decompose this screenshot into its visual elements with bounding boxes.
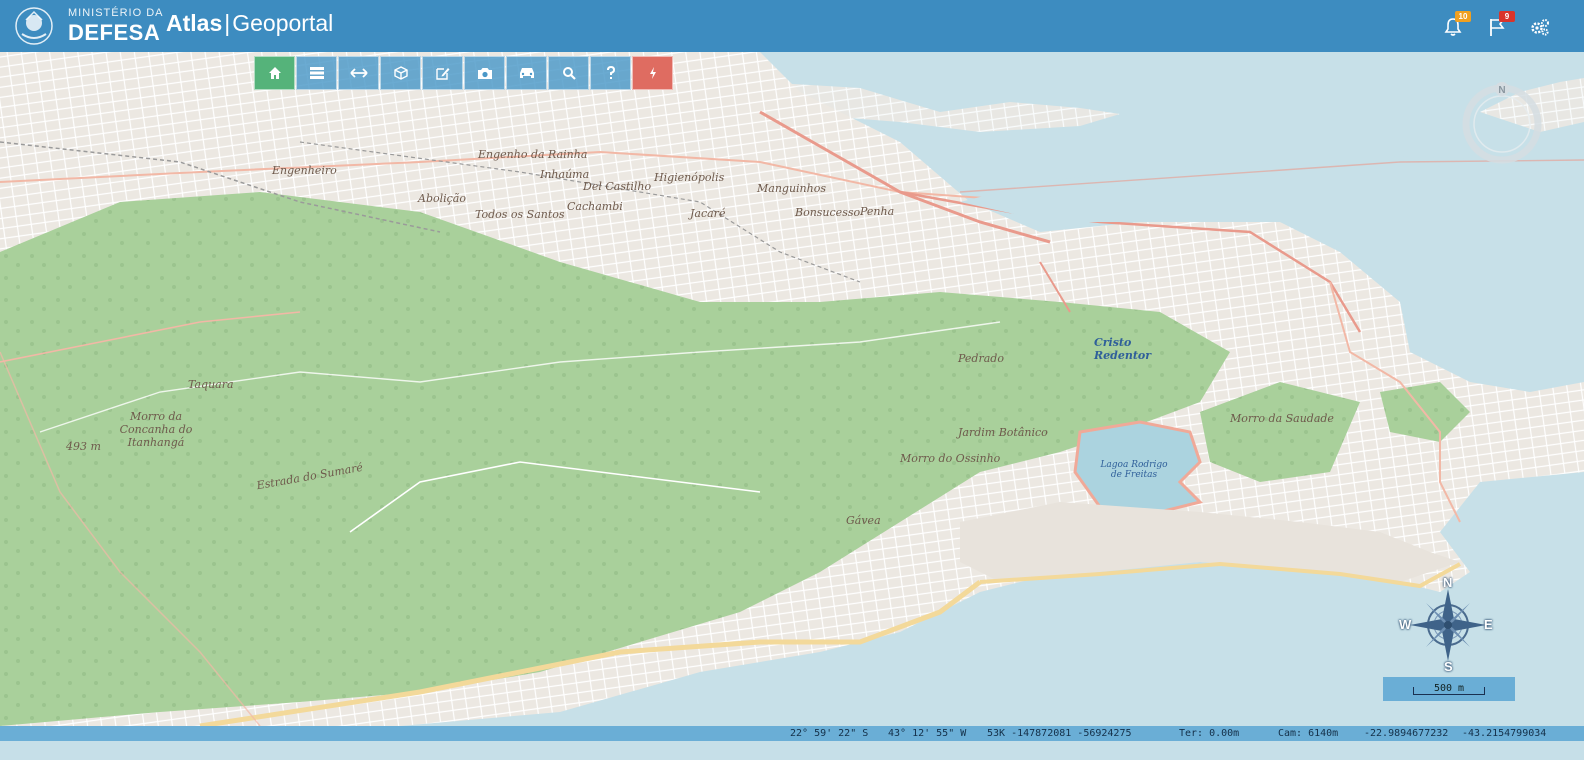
map-label: Bonsucesso (795, 206, 861, 219)
power-button[interactable] (632, 56, 673, 90)
measure-button[interactable] (338, 56, 379, 90)
question-icon (606, 66, 615, 79)
app-title: Atlas|Geoportal (166, 12, 333, 35)
map-label: Del Castilho (583, 180, 652, 193)
map-terrain (0, 52, 1584, 726)
map-toolbar (254, 56, 674, 90)
alerts-button[interactable]: 9 (1486, 11, 1515, 38)
scale-bar: 500 m (1383, 677, 1515, 701)
app-title-rest: Geoportal (232, 10, 334, 36)
bolt-icon (649, 67, 656, 79)
notifications-badge: 10 (1455, 11, 1471, 22)
draw-button[interactable] (422, 56, 463, 90)
ministry-emblem-logo (15, 7, 53, 45)
gears-icon (1531, 19, 1549, 36)
layers-button[interactable] (296, 56, 337, 90)
map-label: Morro da Saudade (1230, 412, 1334, 425)
compass-west: W (1399, 617, 1412, 632)
map-label: Penha (860, 205, 895, 218)
home-icon (268, 67, 281, 79)
map-label: Jacaré (690, 207, 726, 220)
grid-coordinates: 53K -147872081 -56924275 (987, 728, 1132, 739)
map-label: Cristo Redentor (1094, 336, 1152, 362)
ministry-small-text: MINISTÉRIO DA (68, 7, 164, 19)
settings-button[interactable] (1529, 16, 1551, 38)
ring-north-letter: N (1498, 85, 1505, 96)
navigation-ring[interactable]: N (1460, 82, 1544, 166)
map-label: Engenho da Rainha (478, 148, 588, 161)
screenshot-button[interactable] (464, 56, 505, 90)
layers-icon (309, 67, 324, 79)
map-label: Jardim Botânico (958, 426, 1048, 439)
notifications-button[interactable]: 10 (1442, 11, 1471, 38)
camera-icon (477, 68, 492, 79)
map-label: Engenheiro (272, 164, 337, 177)
camera-height: Cam: 6140m (1278, 728, 1339, 739)
ministry-title: MINISTÉRIO DA DEFESA (68, 8, 164, 44)
compass-south: S (1444, 659, 1453, 674)
map-label: Todos os Santos (475, 208, 565, 221)
car-icon (519, 68, 534, 78)
map-label: Cachambi (567, 200, 623, 213)
map-label: Morro da Concanha do Itanhangá (119, 410, 193, 449)
map-label: Gávea (846, 514, 881, 527)
3d-map-viewport[interactable]: Engenheiro Abolição Todos os Santos Enge… (0, 52, 1584, 726)
ministry-big-text: DEFESA (68, 20, 161, 45)
map-label: Morro do Ossinho (900, 452, 1001, 465)
arrows-h-icon (349, 68, 368, 78)
search-icon (562, 67, 576, 80)
compass-north: N (1443, 575, 1453, 590)
scale-label: 500 m (1433, 683, 1465, 694)
latitude-dms: 22° 59' 22" S (790, 728, 869, 739)
app-title-bold: Atlas (166, 10, 223, 36)
search-button[interactable] (548, 56, 589, 90)
terrain-height: Ter: 0.00m (1179, 728, 1240, 739)
compass-rose: N S E W (1398, 575, 1498, 674)
map-label: Pedrado (958, 352, 1004, 365)
map-label: Lagoa Rodrigo de Freitas (1100, 460, 1168, 480)
map-label: Abolição (418, 192, 466, 205)
cube-icon (393, 66, 408, 80)
alerts-badge: 9 (1499, 11, 1515, 22)
map-label: Inhaúma (540, 168, 590, 181)
compass-ring-icon: N (1462, 82, 1542, 164)
longitude-dms: 43° 12' 55" W (888, 728, 967, 739)
coordinates-status-bar: 22° 59' 22" S 43° 12' 55" W 53K -1478720… (0, 726, 1584, 741)
map-label: 493 m (66, 440, 101, 453)
compass-east: E (1484, 617, 1493, 632)
map-label: Higienópolis (654, 171, 725, 184)
latitude-decimal: -22.9894677232 (1364, 728, 1449, 739)
map-label: Taquara (188, 378, 234, 391)
top-header: MINISTÉRIO DA DEFESA Atlas|Geoportal 10 … (0, 0, 1584, 52)
3d-button[interactable] (380, 56, 421, 90)
app-title-separator: | (224, 10, 231, 36)
help-button[interactable] (590, 56, 631, 90)
vehicle-button[interactable] (506, 56, 547, 90)
longitude-decimal: -43.2154799034 (1462, 728, 1547, 739)
home-button[interactable] (254, 56, 295, 90)
bottom-strip (0, 741, 1584, 760)
map-label: Manguinhos (757, 182, 826, 195)
edit-icon (435, 68, 449, 80)
